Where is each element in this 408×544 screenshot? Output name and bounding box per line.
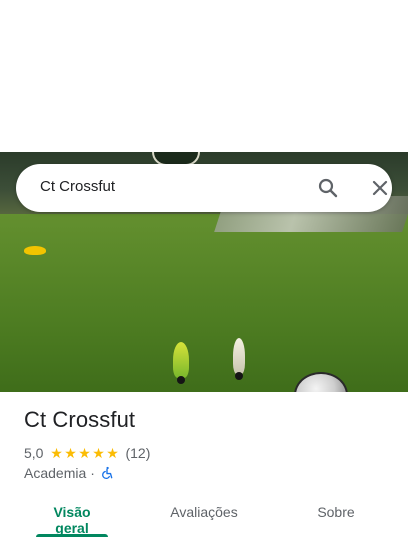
photo-shuttlecock-green xyxy=(172,342,190,386)
search-icon[interactable] xyxy=(316,176,340,200)
photo-shuttlecock-white xyxy=(230,338,248,382)
close-icon[interactable] xyxy=(368,176,392,200)
search-bar[interactable]: Ct Crossfut xyxy=(16,164,392,212)
tab-reviews[interactable]: Avaliações xyxy=(166,504,242,520)
blank-area xyxy=(0,0,408,152)
photo-cone xyxy=(24,246,46,255)
category-row: Academia · xyxy=(24,464,114,482)
separator-dot: · xyxy=(90,465,95,481)
rating-value: 5,0 xyxy=(24,445,44,461)
review-count[interactable]: (12) xyxy=(125,445,150,461)
wheelchair-icon[interactable] xyxy=(100,466,114,480)
star-icon: ★ xyxy=(92,445,105,461)
rating-row[interactable]: 5,0 ★ ★ ★ ★ ★ (12) xyxy=(24,444,150,462)
tab-overview[interactable]: Visão geral xyxy=(35,504,109,536)
star-rating: ★ ★ ★ ★ ★ xyxy=(49,446,119,460)
search-input[interactable]: Ct Crossfut xyxy=(40,178,115,195)
star-icon: ★ xyxy=(64,445,77,461)
star-icon: ★ xyxy=(50,445,63,461)
active-tab-indicator xyxy=(36,534,108,537)
star-icon: ★ xyxy=(106,445,119,461)
tab-about[interactable]: Sobre xyxy=(312,504,360,520)
tab-bar: Visão geral Avaliações Sobre xyxy=(0,494,408,544)
place-title: Ct Crossfut xyxy=(24,407,136,432)
place-category: Academia xyxy=(24,465,87,481)
photo-ball xyxy=(294,372,348,392)
star-icon: ★ xyxy=(78,445,91,461)
